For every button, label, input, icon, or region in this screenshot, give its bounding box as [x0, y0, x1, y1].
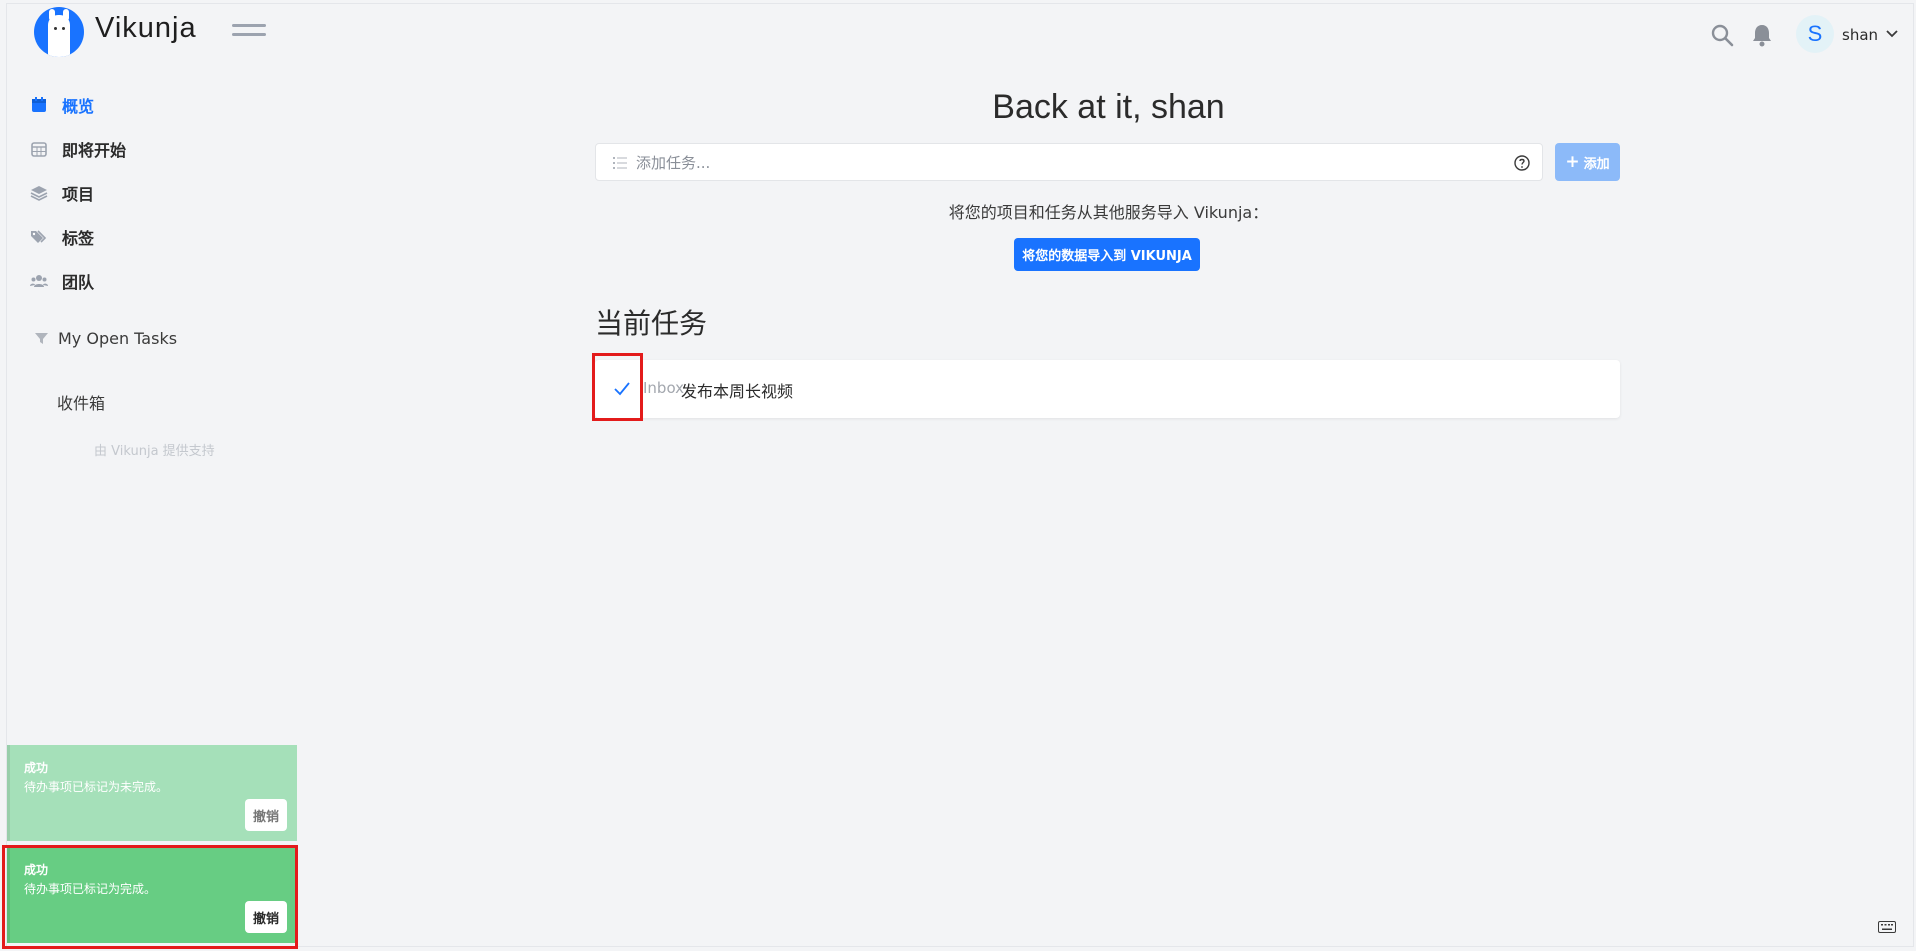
users-icon: [30, 275, 48, 287]
sidebar-item-label: 团队: [62, 273, 95, 292]
username[interactable]: shan: [1842, 26, 1878, 44]
toast-title: 成功: [24, 761, 49, 775]
plus-icon: +: [1565, 151, 1580, 172]
filter-icon: [35, 333, 48, 344]
import-text: 将您的项目和任务从其他服务导入 Vikunja：: [948, 203, 1269, 222]
sidebar-item-label: 即将开始: [62, 141, 127, 160]
powered-by[interactable]: 由 Vikunja 提供支持: [94, 440, 215, 459]
sidebar-item-projects[interactable]: 项目: [30, 179, 94, 207]
search-icon[interactable]: [1710, 23, 1734, 47]
add-task-input[interactable]: [636, 149, 1486, 177]
sidebar-project-inbox[interactable]: 收件箱: [57, 390, 105, 414]
app-name[interactable]: Vikunja: [95, 12, 197, 45]
sidebar-item-upcoming[interactable]: 即将开始: [30, 135, 126, 163]
sidebar-item-label: 标签: [62, 229, 95, 248]
vikunja-logo-icon[interactable]: [34, 7, 84, 57]
tags-icon: [31, 230, 47, 243]
chevron-down-icon[interactable]: [1885, 27, 1899, 41]
avatar[interactable]: S: [1796, 15, 1834, 53]
sidebar-item-overview[interactable]: 概览: [30, 91, 94, 119]
checkmark-icon[interactable]: [613, 380, 631, 398]
bell-icon[interactable]: [1751, 23, 1773, 47]
toast-success-done: 成功 待办事项已标记为完成。 撤销: [7, 847, 297, 943]
import-data-button[interactable]: 将您的数据导入到 VIKUNJA: [1014, 238, 1200, 271]
calendar-grid-icon: [31, 142, 47, 157]
task-row[interactable]: Inbox 发布本周长视频: [595, 360, 1620, 418]
sidebar-item-teams[interactable]: 团队: [30, 267, 94, 295]
add-button-label: 添加: [1583, 156, 1610, 172]
undo-button[interactable]: 撤销: [245, 799, 287, 831]
sidebar-item-labels[interactable]: 标签: [30, 223, 94, 251]
undo-button[interactable]: 撤销: [245, 901, 287, 933]
add-task-button[interactable]: + 添加: [1555, 143, 1620, 181]
saved-filter-my-open-tasks[interactable]: My Open Tasks: [35, 329, 177, 348]
saved-filter-label: My Open Tasks: [58, 329, 178, 348]
sidebar-item-label: 项目: [62, 185, 95, 204]
sidebar-item-label: 概览: [62, 97, 95, 116]
task-title[interactable]: 发布本周长视频: [681, 378, 793, 402]
keyboard-icon[interactable]: [1878, 921, 1896, 933]
toast-message: 待办事项已标记为未完成。: [24, 780, 169, 794]
calendar-icon: [32, 97, 46, 112]
list-icon: [613, 157, 627, 169]
welcome-heading: Back at it, shan: [992, 88, 1225, 126]
help-icon[interactable]: [1514, 155, 1530, 171]
toast-success-undone: 成功 待办事项已标记为未完成。 撤销: [7, 745, 297, 841]
current-tasks-heading: 当前任务: [595, 307, 708, 340]
toast-title: 成功: [24, 863, 49, 877]
add-task-box: [595, 143, 1543, 181]
toast-message: 待办事项已标记为完成。: [24, 882, 157, 896]
layers-icon: [30, 186, 48, 201]
task-project-label[interactable]: Inbox: [643, 379, 684, 397]
menu-toggle-button[interactable]: [232, 24, 266, 44]
